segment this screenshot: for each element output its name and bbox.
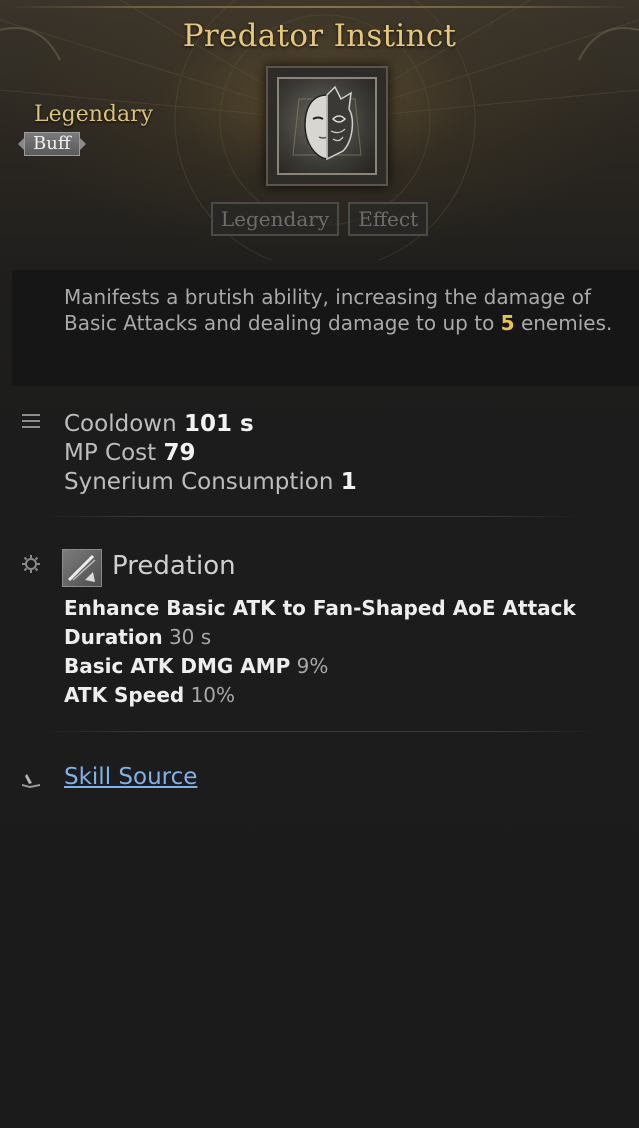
description-text-end: enemies.	[514, 311, 613, 335]
effect-line-label: Basic ATK DMG AMP	[64, 654, 291, 678]
stat-mp-cost: MP Cost 79	[64, 439, 357, 468]
list-icon	[22, 414, 40, 430]
top-frame-line	[8, 6, 631, 8]
separator-effect	[40, 731, 600, 732]
effect-name: Predation	[112, 551, 236, 581]
skill-stats: Cooldown 101 s MP Cost 79 Synerium Consu…	[64, 410, 357, 497]
skill-title: Predator Instinct	[182, 18, 457, 54]
effect-line-value: 9%	[296, 654, 329, 678]
effect-line: Duration 30 s	[64, 623, 576, 652]
mp-cost-label: MP Cost	[64, 440, 157, 466]
skill-type-tag: Buff	[18, 132, 86, 156]
cooldown-value: 101 s	[183, 411, 254, 437]
synerium-value: 1	[340, 469, 357, 495]
effect-line-label: ATK Speed	[64, 683, 185, 707]
mp-cost-value: 79	[163, 440, 196, 466]
gear-icon	[22, 555, 40, 573]
skill-tags: Legendary Effect	[0, 202, 639, 236]
skill-grade: Legendary	[34, 102, 154, 127]
effect-line-value: 10%	[190, 683, 236, 707]
description-highlight-number: 5	[500, 311, 515, 335]
stat-synerium: Synerium Consumption 1	[64, 468, 357, 497]
half-face-mask-cat-icon	[277, 77, 377, 175]
effect-line: Enhance Basic ATK to Fan-Shaped AoE Atta…	[64, 594, 576, 623]
effect-details: Enhance Basic ATK to Fan-Shaped AoE Atta…	[64, 594, 576, 710]
effect-line-label: Duration	[64, 625, 163, 649]
effect-line: Basic ATK DMG AMP 9%	[64, 652, 576, 681]
skill-description: Manifests a brutish ability, increasing …	[64, 284, 624, 336]
book-source-icon	[22, 774, 40, 788]
crossed-swords-effect-icon	[62, 549, 102, 587]
tag-legendary: Legendary	[210, 202, 340, 236]
effect-line-value: 30 s	[168, 625, 212, 649]
cooldown-label: Cooldown	[64, 411, 177, 437]
skill-source-link[interactable]: Skill Source	[64, 764, 197, 790]
description-box: Manifests a brutish ability, increasing …	[12, 270, 639, 386]
stat-cooldown: Cooldown 101 s	[64, 410, 357, 439]
skill-tooltip-panel: Predator Instinct Legendary Buff Legenda…	[0, 0, 639, 1128]
separator-stats	[40, 516, 580, 517]
synerium-label: Synerium Consumption	[64, 469, 334, 495]
skill-icon-frame	[266, 66, 388, 186]
tag-effect: Effect	[348, 202, 429, 236]
effect-line: ATK Speed 10%	[64, 681, 576, 710]
effect-line-label: Enhance Basic ATK to Fan-Shaped AoE Atta…	[64, 596, 576, 620]
